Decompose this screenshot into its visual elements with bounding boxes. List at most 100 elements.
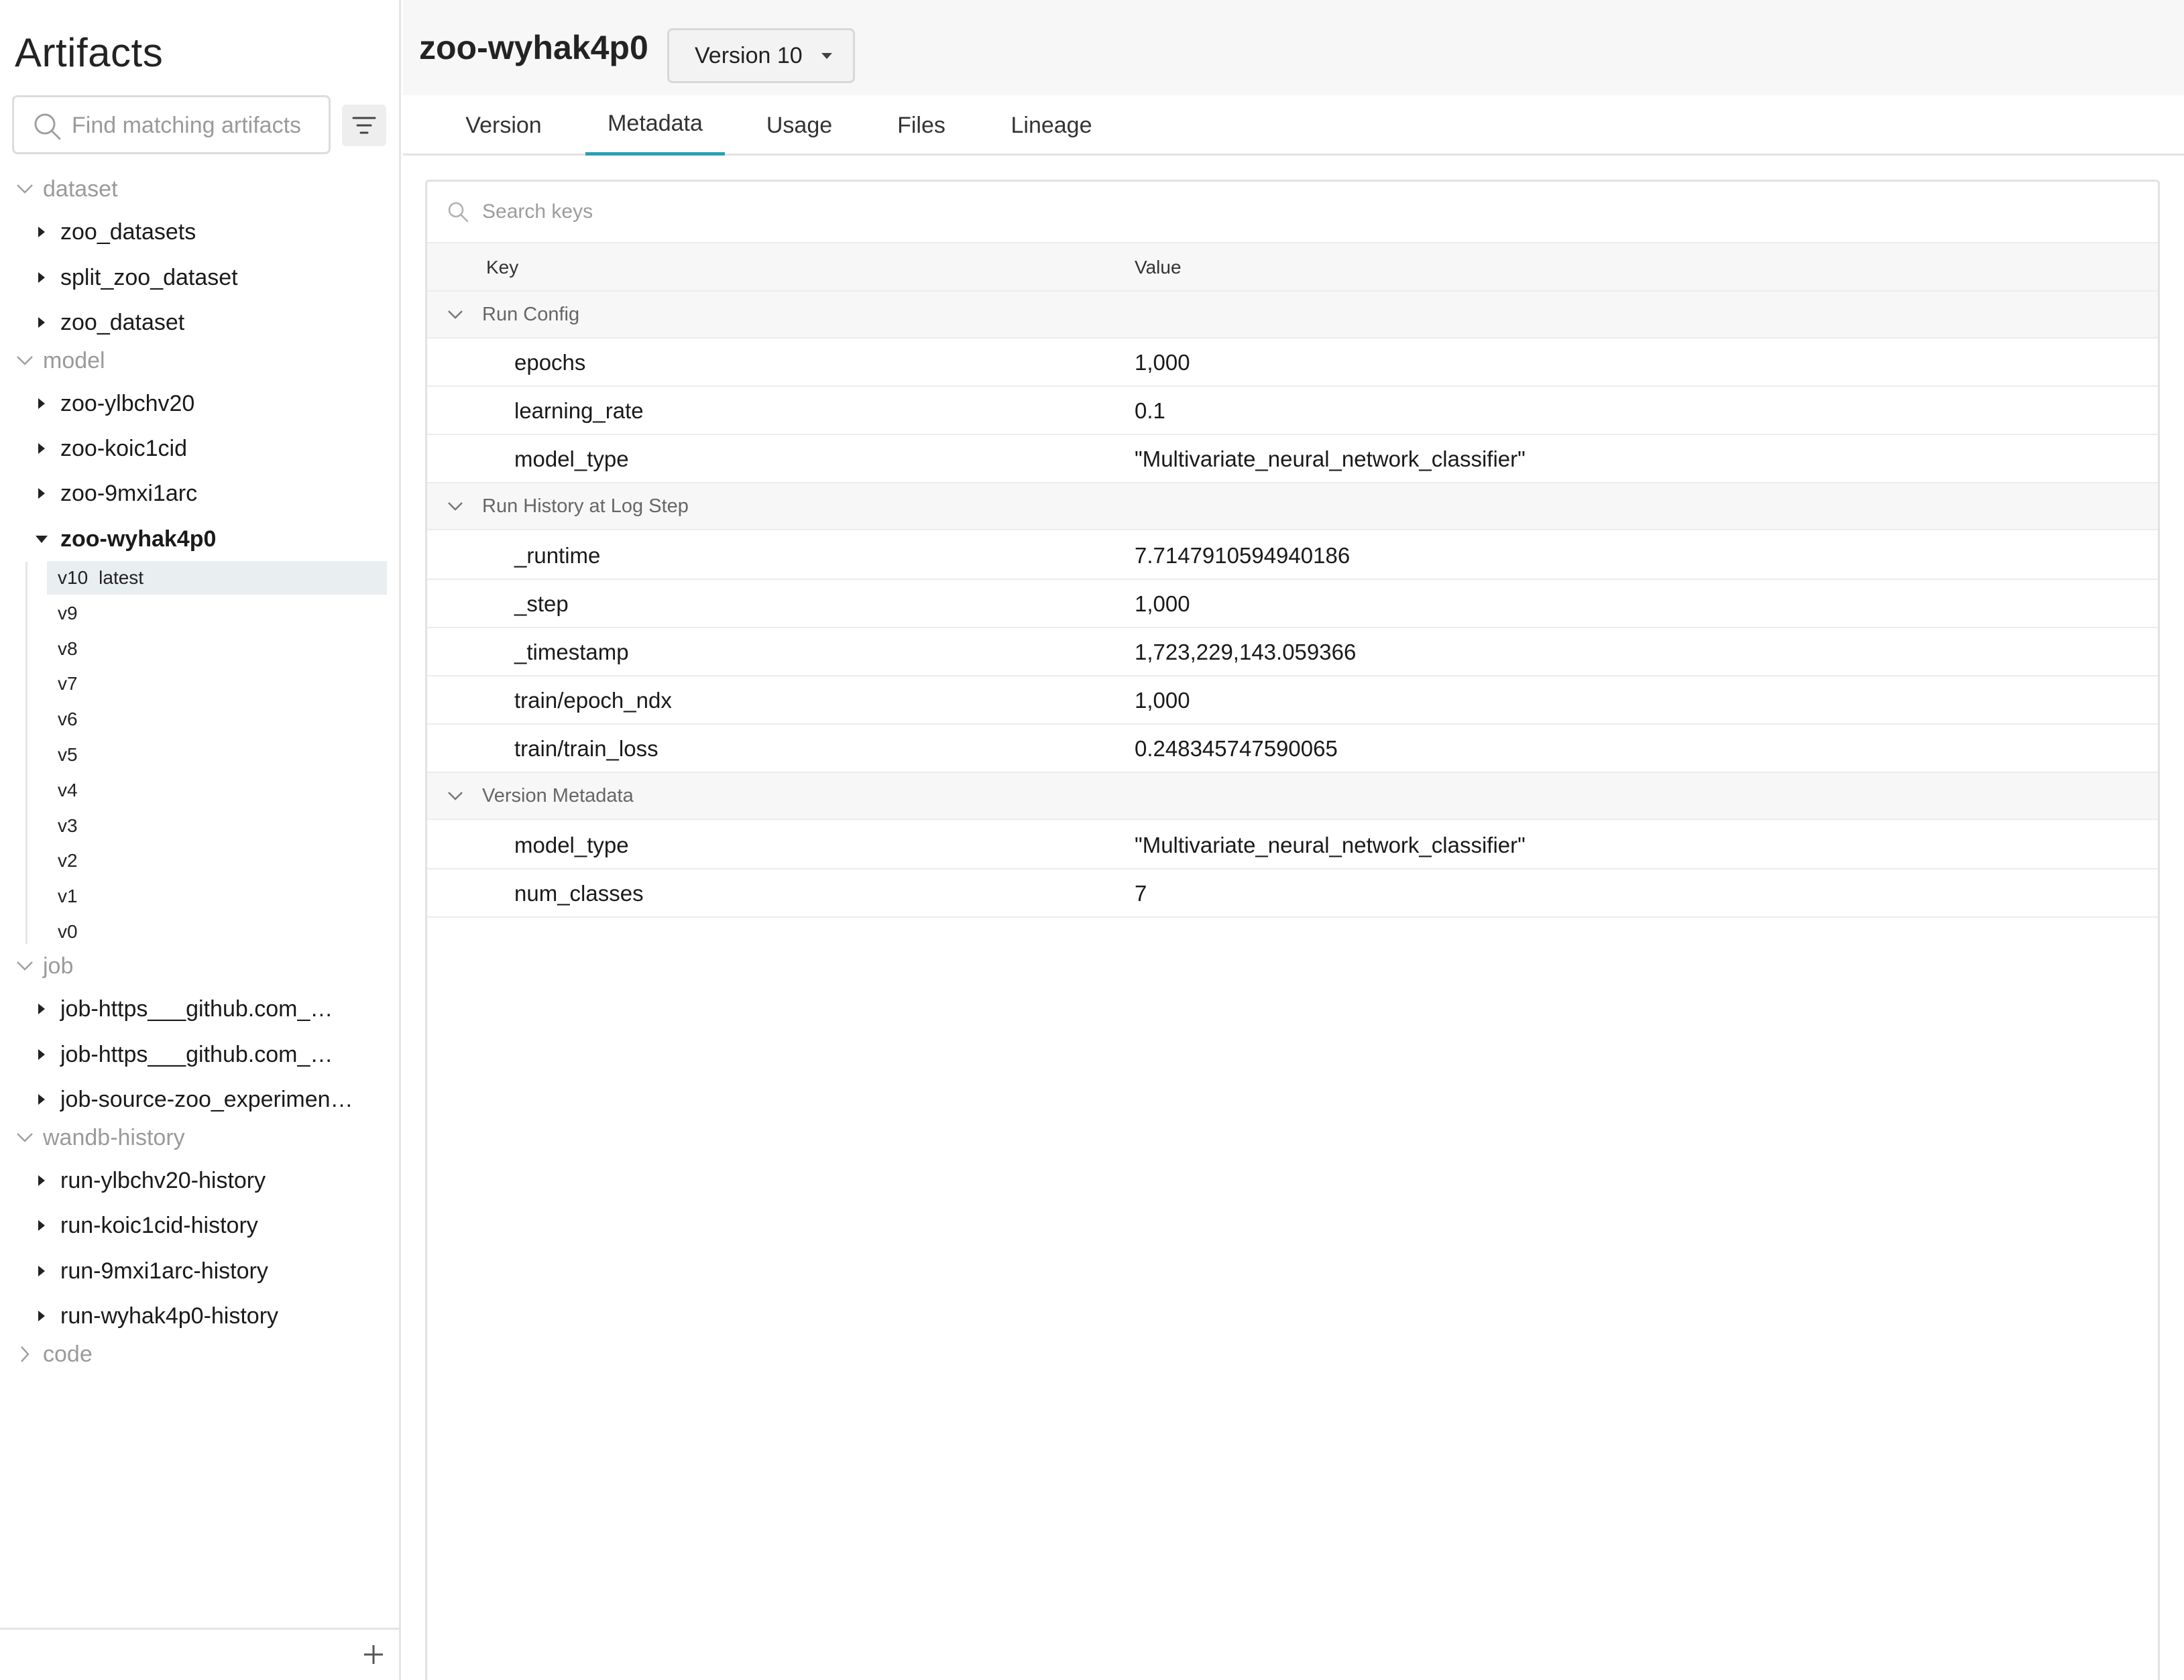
tree-item-run-wyhak4p0-history[interactable]: run-wyhak4p0-history (35, 1295, 278, 1337)
version-label: v9 (58, 603, 78, 623)
tree-item-job-1[interactable]: job-https___github.com_… (35, 987, 333, 1030)
tree-item-run-9mxi1arc-history[interactable]: run-9mxi1arc-history (35, 1250, 268, 1293)
tree-item-zoo-wyhak4p0[interactable]: zoo-wyhak4p0 (35, 518, 216, 560)
sidebar-divider (0, 1628, 399, 1630)
section-version-metadata[interactable]: Version Metadata (427, 773, 2158, 820)
caret-right-icon (38, 1311, 45, 1321)
row-key: _timestamp (514, 640, 629, 664)
chevron-down-icon (17, 961, 33, 971)
version-row-v7[interactable]: v7 (47, 667, 387, 701)
group-label: model (43, 347, 105, 373)
version-label: v4 (58, 780, 78, 800)
tree-item-label: split_zoo_dataset (60, 264, 238, 290)
tree-item-run-ylbchv20-history[interactable]: run-ylbchv20-history (35, 1159, 266, 1202)
row-value: 1,000 (1135, 350, 1190, 375)
tree-item-label: zoo-koic1cid (60, 435, 187, 461)
caret-right-icon (38, 1220, 45, 1231)
version-label: v6 (58, 709, 78, 729)
tab-version[interactable]: Version (451, 95, 556, 156)
tab-usage[interactable]: Usage (752, 95, 847, 156)
tree-item-job-3[interactable]: job-source-zoo_experimen… (35, 1078, 353, 1121)
table-row: train/train_loss 0.248345747590065 (427, 725, 2158, 773)
table-row: _runtime 7.7147910594940186 (427, 532, 2158, 580)
caret-right-icon (38, 1049, 45, 1060)
row-value: 0.248345747590065 (1135, 736, 1338, 761)
tree-item-zoo-ylbchv20[interactable]: zoo-ylbchv20 (35, 382, 194, 425)
artifact-search-input[interactable] (72, 104, 320, 147)
caret-right-icon (38, 272, 45, 283)
tree-item-label: zoo-ylbchv20 (60, 390, 195, 416)
group-wandb-history[interactable]: wandb-history (15, 1119, 185, 1156)
tree-guide-line (25, 562, 27, 944)
caret-right-icon (38, 1175, 45, 1186)
version-row-v1[interactable]: v1 (47, 880, 387, 913)
tab-lineage[interactable]: Lineage (988, 95, 1115, 156)
version-row-v9[interactable]: v9 (47, 597, 387, 630)
version-row-v4[interactable]: v4 (47, 774, 387, 807)
tab-metadata[interactable]: Metadata (585, 95, 725, 156)
version-label: v3 (58, 815, 78, 836)
version-label: v1 (58, 886, 78, 906)
group-job[interactable]: job (15, 947, 73, 985)
version-select-label: Version 10 (695, 42, 803, 68)
tree-item-zoo-datasets[interactable]: zoo_datasets (35, 211, 196, 253)
row-key: _step (514, 591, 569, 616)
page-title: zoo-wyhak4p0 (419, 29, 648, 66)
tab-bar: Version Metadata Usage Files Lineage (403, 95, 2184, 156)
tree-item-zoo-koic1cid[interactable]: zoo-koic1cid (35, 427, 187, 470)
version-row-v8[interactable]: v8 (47, 632, 387, 666)
tree-item-zoo-9mxi1arc[interactable]: zoo-9mxi1arc (35, 472, 197, 515)
group-dataset[interactable]: dataset (15, 170, 118, 208)
group-model[interactable]: model (15, 342, 105, 379)
group-code[interactable]: code (15, 1335, 93, 1373)
section-run-history[interactable]: Run History at Log Step (427, 483, 2158, 530)
row-key: learning_rate (514, 398, 644, 423)
version-label: v5 (58, 744, 78, 765)
tree-item-label: job-source-zoo_experimen… (60, 1086, 353, 1112)
tree-item-label: zoo-wyhak4p0 (60, 526, 217, 552)
version-row-v3[interactable]: v3 (47, 809, 387, 843)
column-header-value: Value (1135, 257, 1182, 278)
section-run-config[interactable]: Run Config (427, 292, 2158, 339)
version-select[interactable]: Version 10 (667, 28, 855, 83)
add-icon[interactable] (360, 1641, 387, 1668)
version-row-v6[interactable]: v6 (47, 703, 387, 736)
row-key: train/epoch_ndx (514, 688, 672, 713)
key-search-input[interactable] (482, 200, 1488, 223)
row-key: train/train_loss (514, 736, 658, 761)
filter-button[interactable] (342, 105, 386, 146)
table-row: _timestamp 1,723,229,143.059366 (427, 628, 2158, 676)
version-row-v5[interactable]: v5 (47, 738, 387, 772)
version-row-v0[interactable]: v0 (47, 915, 387, 949)
caret-down-icon (821, 53, 832, 59)
tree-item-job-2[interactable]: job-https___github.com_… (35, 1033, 333, 1076)
tree-item-label: run-9mxi1arc-history (60, 1258, 268, 1284)
table-row: model_type "Multivariate_neural_network_… (427, 821, 2158, 869)
caret-right-icon (38, 317, 45, 328)
table-row: model_type "Multivariate_neural_network_… (427, 435, 2158, 483)
sidebar: Artifacts dataset zoo_datasets split_zoo… (0, 0, 401, 1680)
key-search[interactable] (427, 182, 2158, 243)
chevron-down-icon (448, 792, 463, 800)
column-header-key: Key (486, 257, 519, 278)
caret-right-icon (38, 488, 45, 499)
row-key: num_classes (514, 881, 644, 906)
artifact-search[interactable] (12, 95, 331, 154)
chevron-down-icon (17, 356, 33, 365)
search-icon (34, 113, 61, 140)
chevron-down-icon (448, 502, 463, 511)
tree-item-split-zoo-dataset[interactable]: split_zoo_dataset (35, 256, 238, 299)
section-title: Version Metadata (482, 784, 634, 806)
tree-item-run-koic1cid-history[interactable]: run-koic1cid-history (35, 1204, 258, 1247)
caret-right-icon (38, 1266, 45, 1276)
row-value: "Multivariate_neural_network_classifier" (1135, 833, 1526, 857)
metadata-panel: Key Value Run Config epochs 1,000 learni… (425, 180, 2160, 1680)
group-label: job (43, 953, 74, 979)
table-header: Key Value (427, 243, 2158, 292)
tab-files[interactable]: Files (879, 95, 964, 156)
table-row: train/epoch_ndx 1,000 (427, 676, 2158, 725)
version-row-v2[interactable]: v2 (47, 844, 387, 878)
table-row: num_classes 7 (427, 869, 2158, 918)
version-row-v10[interactable]: v10 latest (47, 561, 387, 595)
tree-item-zoo-dataset[interactable]: zoo_dataset (35, 301, 184, 344)
